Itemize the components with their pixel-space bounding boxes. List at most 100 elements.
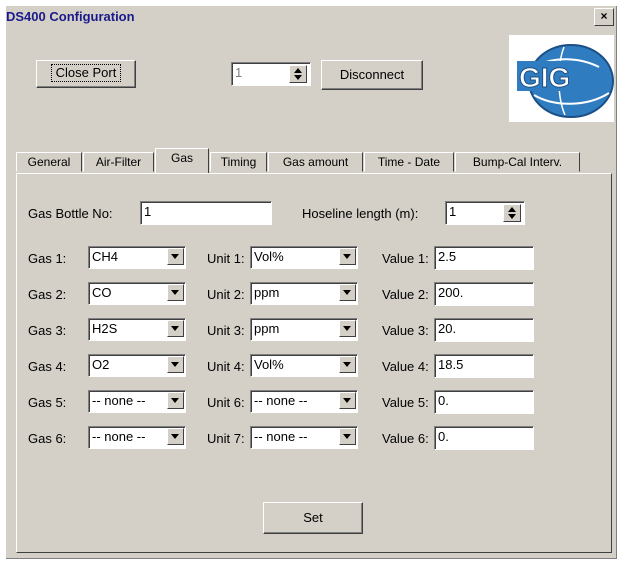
dropdown-button[interactable] (339, 428, 356, 445)
dropdown-button[interactable] (167, 248, 184, 265)
unit-select[interactable]: -- none -- (250, 390, 358, 413)
unit-select-value: -- none -- (254, 429, 308, 444)
config-window: DS400 Configuration × Close Port 1 Disco… (6, 6, 617, 559)
chevron-down-icon (343, 290, 351, 295)
gas-label: Gas 6: (28, 431, 67, 446)
gas-select-value: H2S (92, 321, 118, 336)
value-field-value: 0. (438, 429, 449, 444)
tab-air-filter[interactable]: Air-Filter (83, 152, 154, 172)
tab-label: Gas (170, 151, 193, 165)
value-field[interactable]: 0. (434, 390, 534, 414)
window-title: DS400 Configuration (6, 9, 135, 24)
gas-label: Gas 5: (28, 395, 67, 410)
unit-select[interactable]: -- none -- (250, 426, 358, 449)
dropdown-button[interactable] (167, 356, 184, 373)
value-field-value: 18.5 (438, 357, 464, 372)
chevron-down-icon (171, 254, 179, 259)
gas-select-value: O2 (92, 357, 110, 372)
tab-gas-amount[interactable]: Gas amount (268, 152, 363, 172)
gas-select-value: CH4 (92, 249, 119, 264)
hoseline-spinner[interactable] (503, 204, 521, 222)
unit-select-value: Vol% (254, 357, 284, 372)
unit-select[interactable]: Vol% (250, 354, 358, 377)
unit-select[interactable]: ppm (250, 318, 358, 341)
gas-select[interactable]: -- none -- (88, 390, 186, 413)
close-window-button[interactable]: × (594, 8, 614, 26)
tab-timing[interactable]: Timing (210, 152, 267, 172)
gas-select-value: -- none -- (92, 393, 146, 408)
gas-label: Gas 3: (28, 323, 67, 338)
globe-logo-icon: GIG (517, 44, 614, 118)
close-port-label: Close Port (50, 64, 122, 82)
hoseline-label: Hoseline length (m): (302, 206, 419, 221)
value-label: Value 6: (382, 431, 429, 446)
chevron-down-icon (171, 290, 179, 295)
dropdown-button[interactable] (339, 284, 356, 301)
value-label: Value 5: (382, 395, 429, 410)
close-icon: × (600, 9, 608, 23)
unit-select[interactable]: ppm (250, 282, 358, 305)
gas-bottle-label: Gas Bottle No: (28, 206, 113, 221)
unit-select-value: ppm (254, 321, 280, 336)
gas-select[interactable]: H2S (88, 318, 186, 341)
tab-label: Bump-Cal Interv. (472, 155, 563, 169)
gas-label: Gas 1: (28, 251, 67, 266)
tab-gas[interactable]: Gas (155, 148, 209, 173)
chevron-down-icon (171, 362, 179, 367)
value-field[interactable]: 2.5 (434, 246, 534, 270)
port-number-value: 1 (235, 65, 243, 80)
gas-select[interactable]: O2 (88, 354, 186, 377)
tab-label: Time - Date (377, 155, 441, 169)
gas-bottle-field[interactable]: 1 (140, 201, 272, 225)
dropdown-button[interactable] (339, 320, 356, 337)
unit-select-value: Vol% (254, 249, 284, 264)
tab-label: Timing (220, 155, 257, 169)
gas-label: Gas 2: (28, 287, 67, 302)
unit-select[interactable]: Vol% (250, 246, 358, 269)
value-field[interactable]: 20. (434, 318, 534, 342)
disconnect-button[interactable]: Disconnect (321, 60, 423, 90)
dropdown-button[interactable] (167, 428, 184, 445)
value-field-value: 20. (438, 321, 457, 336)
gas-bottle-value: 1 (144, 204, 152, 219)
set-label: Set (303, 510, 323, 525)
dropdown-button[interactable] (167, 392, 184, 409)
gig-logo: GIG (509, 35, 614, 122)
value-label: Value 4: (382, 359, 429, 374)
chevron-down-icon (171, 398, 179, 403)
dropdown-button[interactable] (167, 320, 184, 337)
spin-down-icon (294, 75, 302, 80)
tab-label: General (27, 155, 71, 169)
spin-down-icon (508, 214, 516, 219)
value-field[interactable]: 0. (434, 426, 534, 450)
tab-label: Gas amount (282, 155, 349, 169)
gas-select[interactable]: CO (88, 282, 186, 305)
value-field-value: 2.5 (438, 249, 457, 264)
gas-select[interactable]: CH4 (88, 246, 186, 269)
value-field[interactable]: 200. (434, 282, 534, 306)
tab-bump-cal-interval[interactable]: Bump-Cal Interv. (455, 152, 580, 172)
gas-label: Gas 4: (28, 359, 67, 374)
tab-general[interactable]: General (16, 152, 82, 172)
dropdown-button[interactable] (339, 248, 356, 265)
tab-time-date[interactable]: Time - Date (364, 152, 454, 172)
gas-select-value: CO (92, 285, 112, 300)
chevron-down-icon (171, 434, 179, 439)
unit-label: Unit 6: (207, 395, 245, 410)
value-field-value: 0. (438, 393, 449, 408)
gas-select[interactable]: -- none -- (88, 426, 186, 449)
set-button[interactable]: Set (263, 502, 363, 534)
unit-label: Unit 7: (207, 431, 245, 446)
port-spinner[interactable] (289, 65, 307, 83)
chevron-down-icon (171, 326, 179, 331)
dropdown-button[interactable] (167, 284, 184, 301)
disconnect-label: Disconnect (339, 67, 405, 82)
unit-select-value: -- none -- (254, 393, 308, 408)
dropdown-button[interactable] (339, 392, 356, 409)
close-port-button[interactable]: Close Port (36, 60, 136, 88)
dropdown-button[interactable] (339, 356, 356, 373)
value-field[interactable]: 18.5 (434, 354, 534, 378)
value-field-value: 200. (438, 285, 464, 300)
tab-label: Air-Filter (95, 155, 142, 169)
chevron-down-icon (343, 326, 351, 331)
